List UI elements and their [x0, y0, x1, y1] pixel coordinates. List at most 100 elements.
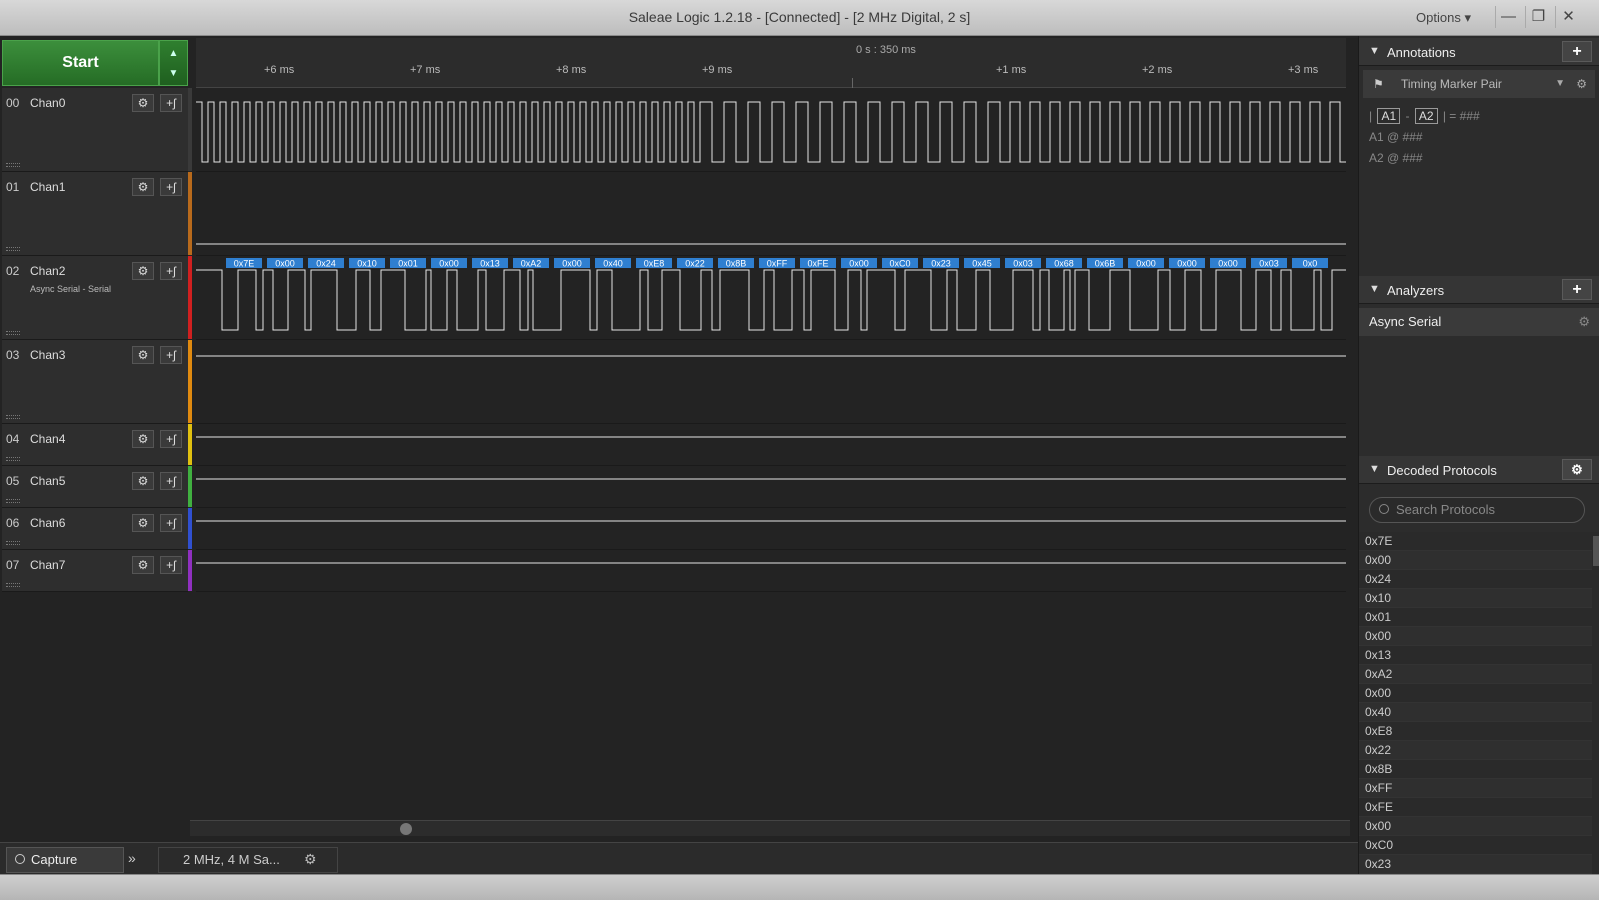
trigger-icon[interactable]: +ʃ	[160, 178, 182, 196]
protocol-list-item[interactable]: 0x00	[1359, 551, 1592, 570]
gear-icon[interactable]: ⚙	[1576, 70, 1587, 98]
channel-row[interactable]: 00 Chan0 ⚙ +ʃ	[2, 88, 188, 172]
protocol-list-item[interactable]: 0xE8	[1359, 722, 1592, 741]
channel-name[interactable]: Chan4	[30, 432, 65, 446]
close-button[interactable]: ✕	[1555, 6, 1581, 28]
drag-handle-icon[interactable]	[6, 163, 20, 167]
side-panel: ▼ Annotations + ⚑ Timing Marker Pair ▼ ⚙…	[1358, 36, 1599, 874]
annotations-header[interactable]: ▼ Annotations +	[1359, 38, 1599, 66]
protocol-list-item[interactable]: 0xC0	[1359, 836, 1592, 855]
list-scrollbar[interactable]	[1592, 532, 1599, 874]
protocol-list-item[interactable]: 0x00	[1359, 627, 1592, 646]
drag-handle-icon[interactable]	[6, 583, 20, 587]
channel-name[interactable]: Chan7	[30, 558, 65, 572]
window-title: Saleae Logic 1.2.18 - [Connected] - [2 M…	[628, 9, 971, 25]
protocol-list-item[interactable]: 0x40	[1359, 703, 1592, 722]
channel-row[interactable]: 07 Chan7 ⚙ +ʃ	[2, 550, 188, 592]
protocol-list-item[interactable]: 0x24	[1359, 570, 1592, 589]
gear-icon[interactable]: ⚙	[132, 94, 154, 112]
options-menu[interactable]: Options ▾	[1416, 10, 1471, 26]
decoded-bubble-label: 0x8B	[726, 259, 747, 269]
scroll-thumb[interactable]	[400, 823, 412, 835]
drag-handle-icon[interactable]	[6, 331, 20, 335]
channel-name[interactable]: Chan5	[30, 474, 65, 488]
channel-row[interactable]: 05 Chan5 ⚙ +ʃ	[2, 466, 188, 508]
trigger-icon[interactable]: +ʃ	[160, 346, 182, 364]
waveform-area[interactable]: 0x7E 0x00 0x24 0x10 0x01 0x00 0x13 0xA2 0x00 0x40…	[196, 88, 1346, 628]
drag-handle-icon[interactable]	[6, 499, 20, 503]
protocol-list-item[interactable]: 0x13	[1359, 646, 1592, 665]
channel-row[interactable]: 02 Chan2 Async Serial - Serial ⚙ +ʃ	[2, 256, 188, 340]
trigger-icon[interactable]: +ʃ	[160, 262, 182, 280]
marker-a2[interactable]: A2	[1414, 108, 1438, 124]
protocol-list-item[interactable]: 0xA2	[1359, 665, 1592, 684]
add-annotation-button[interactable]: +	[1562, 41, 1592, 62]
start-options-arrow[interactable]: ▲ ▼	[159, 40, 188, 86]
protocol-list-item[interactable]: 0x01	[1359, 608, 1592, 627]
status-bar	[0, 874, 1599, 900]
gear-icon[interactable]: ⚙	[132, 556, 154, 574]
decoded-bubble-label: 0x03	[1013, 259, 1033, 269]
protocol-list-item[interactable]: 0x00	[1359, 817, 1592, 836]
channel-row[interactable]: 06 Chan6 ⚙ +ʃ	[2, 508, 188, 550]
search-protocols-input[interactable]: Search Protocols	[1369, 497, 1585, 523]
channel-row[interactable]: 04 Chan4 ⚙ +ʃ	[2, 424, 188, 466]
capture-tab[interactable]: Capture	[6, 847, 124, 873]
decoded-protocols-list[interactable]: 0x7E 0x00 0x24 0x10 0x01 0x00 0x13 0xA2 0x00 0x40…	[1359, 532, 1592, 874]
gear-icon[interactable]: ⚙	[132, 262, 154, 280]
analyzers-header[interactable]: ▼ Analyzers +	[1359, 276, 1599, 304]
drag-handle-icon[interactable]	[6, 541, 20, 545]
time-ruler[interactable]: 0 s : 350 ms +6 ms +7 ms +8 ms +9 ms +1 …	[196, 38, 1346, 88]
channel-name[interactable]: Chan3	[30, 348, 65, 362]
collapse-icon[interactable]: ▼	[1369, 463, 1380, 475]
trigger-icon[interactable]: +ʃ	[160, 514, 182, 532]
gear-icon[interactable]: ⚙	[132, 178, 154, 196]
decoded-bubble-label: 0x00	[439, 259, 459, 269]
gear-icon[interactable]: ⚙	[132, 346, 154, 364]
channel-name[interactable]: Chan6	[30, 516, 65, 530]
trigger-icon[interactable]: +ʃ	[160, 472, 182, 490]
channel-name[interactable]: Chan2	[30, 264, 65, 278]
protocol-list-item[interactable]: 0x23	[1359, 855, 1592, 874]
protocol-list-item[interactable]: 0x10	[1359, 589, 1592, 608]
marker-a1[interactable]: A1	[1377, 108, 1401, 124]
protocol-list-item[interactable]: 0x7E	[1359, 532, 1592, 551]
analyzer-item[interactable]: Async Serial ⚙	[1359, 308, 1599, 336]
restore-button[interactable]: ❐	[1525, 6, 1551, 28]
gear-icon[interactable]: ⚙	[132, 514, 154, 532]
gear-icon[interactable]: ⚙	[304, 851, 317, 868]
marker-flag-icon: ⚑	[1373, 77, 1384, 91]
horizontal-scrollbar[interactable]	[190, 820, 1350, 836]
protocol-list-item[interactable]: 0xFE	[1359, 798, 1592, 817]
gear-icon[interactable]: ⚙	[1562, 459, 1592, 480]
chevron-right-icon[interactable]: »	[128, 850, 136, 866]
protocol-list-item[interactable]: 0x00	[1359, 684, 1592, 703]
chan0-waveform	[196, 101, 1346, 163]
timing-marker-pair[interactable]: ⚑ Timing Marker Pair ▼ ⚙	[1363, 70, 1595, 98]
drag-handle-icon[interactable]	[6, 415, 20, 419]
decoded-protocols-header[interactable]: ▼ Decoded Protocols ⚙	[1359, 456, 1599, 484]
protocol-list-item[interactable]: 0x8B	[1359, 760, 1592, 779]
drag-handle-icon[interactable]	[6, 457, 20, 461]
drag-handle-icon[interactable]	[6, 247, 20, 251]
gear-icon[interactable]: ⚙	[1578, 308, 1590, 336]
collapse-icon[interactable]: ▼	[1369, 45, 1380, 57]
protocol-list-item[interactable]: 0x22	[1359, 741, 1592, 760]
add-analyzer-button[interactable]: +	[1562, 279, 1592, 300]
protocol-list-item[interactable]: 0xFF	[1359, 779, 1592, 798]
scroll-thumb[interactable]	[1593, 536, 1599, 566]
minimize-button[interactable]: —	[1495, 6, 1521, 28]
channel-row[interactable]: 01 Chan1 ⚙ +ʃ	[2, 172, 188, 256]
channel-name[interactable]: Chan1	[30, 180, 65, 194]
channel-row[interactable]: 03 Chan3 ⚙ +ʃ	[2, 340, 188, 424]
trigger-icon[interactable]: +ʃ	[160, 94, 182, 112]
trigger-icon[interactable]: +ʃ	[160, 556, 182, 574]
start-button[interactable]: Start	[2, 40, 159, 86]
trigger-icon[interactable]: +ʃ	[160, 430, 182, 448]
gear-icon[interactable]: ⚙	[132, 472, 154, 490]
channel-name[interactable]: Chan0	[30, 96, 65, 110]
gear-icon[interactable]: ⚙	[132, 430, 154, 448]
collapse-icon[interactable]: ▼	[1369, 283, 1380, 295]
dropdown-icon[interactable]: ▼	[1555, 70, 1565, 98]
bottom-bar: Capture » 2 MHz, 4 M Sa... ⚙	[0, 842, 1358, 874]
